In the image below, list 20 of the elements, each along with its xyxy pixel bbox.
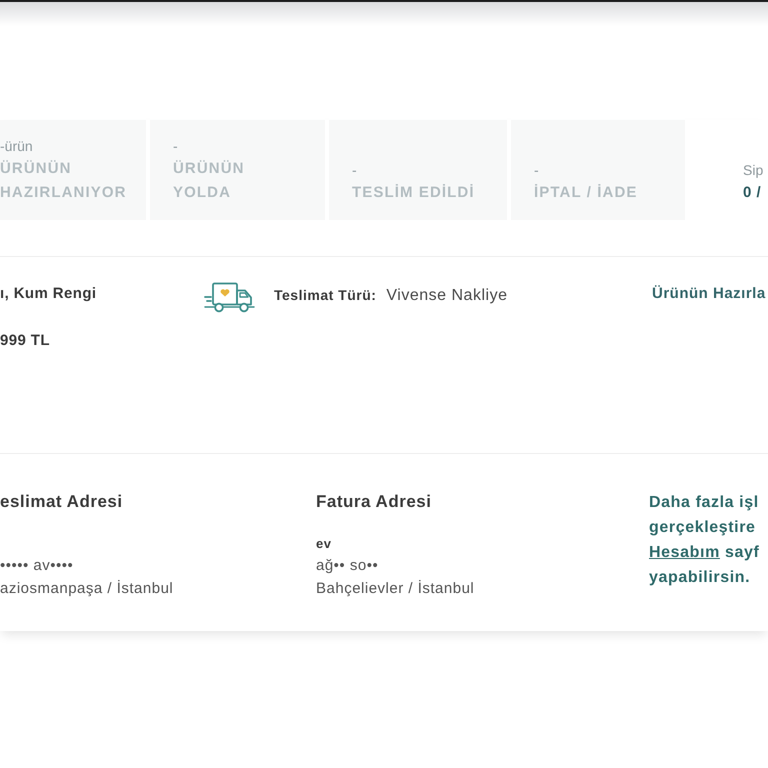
address-name: ev — [316, 536, 332, 550]
address-line: ••••• av•••• — [0, 556, 74, 576]
address-line: ağ•• so•• — [316, 556, 378, 576]
address-title: eslimat Adresi — [0, 491, 123, 513]
status-tab[interactable]: - İPTAL / İADE — [511, 120, 685, 220]
product-price: 999 TL — [0, 331, 50, 351]
status-tab[interactable]: Sip 0 / — [689, 120, 768, 220]
product-name: ı, Kum Rengi — [0, 284, 96, 304]
address-line: Bahçelievler / İstanbul — [316, 579, 474, 599]
account-link[interactable]: Hesabım — [649, 544, 720, 561]
help-text: Daha fazla işl gerçekleştire Hesabım sayf yapabilirsin. — [649, 493, 760, 588]
status-tab[interactable]: - ÜRÜNÜN YOLDA — [150, 120, 325, 220]
address-title: Fatura Adresi — [316, 491, 432, 513]
truck-icon — [204, 282, 255, 313]
delivery-type-label: Teslimat Türü: — [274, 287, 376, 303]
address-line: aziosmanpaşa / İstanbul — [0, 579, 174, 599]
delivery-type-value: Vivense Nakliye — [386, 287, 508, 305]
status-tab[interactable]: - TESLİM EDİLDİ — [329, 120, 507, 220]
order-status: Ürünün Hazırla — [652, 284, 766, 304]
status-tab[interactable]: -ürün ÜRÜNÜN HAZIRLANIYOR — [0, 120, 146, 220]
